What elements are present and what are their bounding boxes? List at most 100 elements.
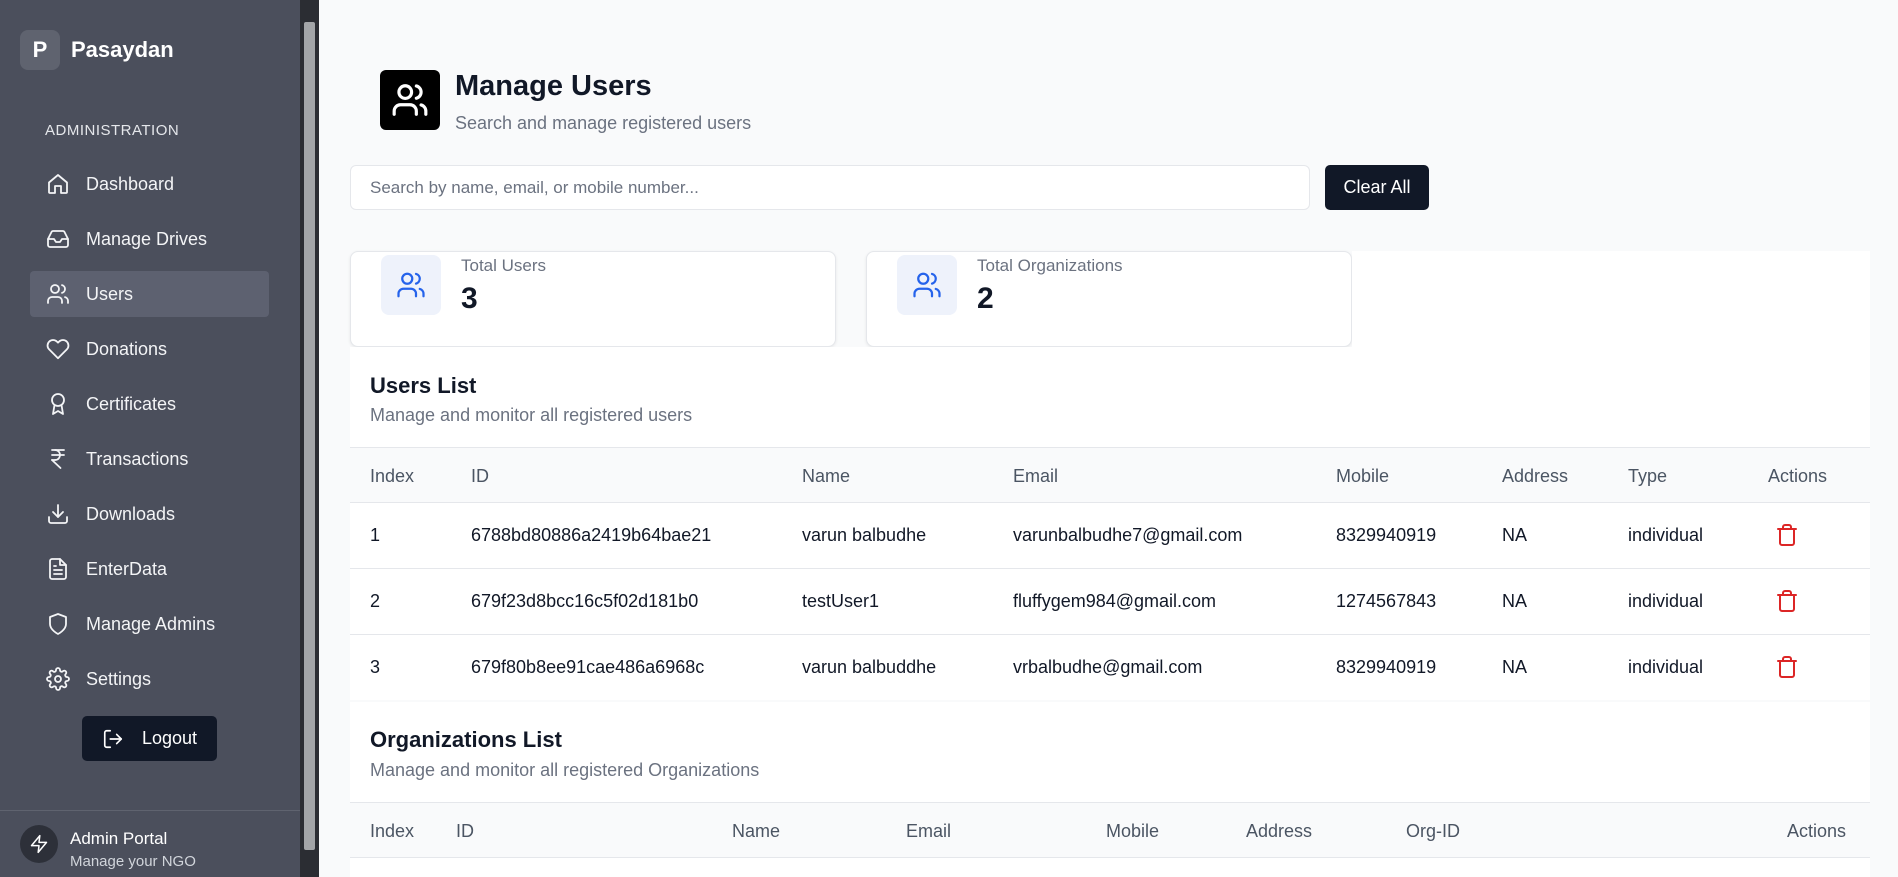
stat-card-total-organizations: Total Organizations 2 [866, 251, 1352, 347]
column-header[interactable]: Name [732, 821, 780, 842]
sidebar: P Pasaydan ADMINISTRATION Dashboard Mana… [0, 0, 300, 877]
column-header[interactable]: Email [906, 821, 951, 842]
sidebar-item-users[interactable]: Users [30, 271, 269, 317]
sidebar-item-label: Certificates [86, 393, 177, 414]
cell-name: varun balbudhe [802, 525, 927, 545]
organizations-list-panel: Organizations List Manage and monitor al… [350, 702, 1870, 877]
stat-card-total-users: Total Users 3 [350, 251, 836, 347]
column-header[interactable]: ID [471, 466, 489, 487]
stat-label: Total Organizations [977, 256, 1123, 275]
sidebar-nav: Dashboard Manage Drives Users Donations … [30, 161, 269, 711]
users-list-title: Users List [370, 373, 477, 398]
logout-button[interactable]: Logout [82, 716, 217, 761]
stat-value: 2 [977, 282, 994, 315]
column-header[interactable]: Index [370, 821, 414, 842]
cell-id: 679f80b8ee91cae486a6968c [471, 657, 705, 677]
sidebar-item-label: Transactions [86, 448, 189, 469]
column-header[interactable]: Org-ID [1406, 821, 1460, 842]
sidebar-item-settings[interactable]: Settings [30, 656, 269, 702]
column-header[interactable]: Mobile [1106, 821, 1159, 842]
organizations-list-title: Organizations List [370, 727, 562, 752]
heart-icon [46, 339, 70, 360]
cell-mobile: 1274567843 [1336, 591, 1437, 611]
trash-icon[interactable] [1775, 655, 1799, 679]
column-header: Actions [1787, 821, 1847, 841]
sidebar-item-label: Users [86, 283, 134, 304]
column-header[interactable]: Type [1628, 466, 1667, 487]
cell-email: varunbalbudhe7@gmail.com [1013, 525, 1243, 545]
users-icon [47, 284, 69, 304]
table-row[interactable]: 3 679f80b8ee91cae486a6968c varun balbudd… [350, 635, 1870, 701]
column-header[interactable]: Address [1502, 466, 1568, 487]
sidebar-item-manage-drives[interactable]: Manage Drives [30, 216, 269, 262]
page-title: Manage Users [455, 70, 652, 102]
rupee-icon [51, 449, 65, 469]
gear-icon [46, 667, 70, 691]
cell-index: 1 [370, 525, 381, 545]
users-icon [381, 255, 441, 315]
table-row[interactable]: 1 6788bd80886a2419b64bae21 varun balbudh… [350, 503, 1870, 569]
cell-address: NA [1502, 591, 1528, 611]
sidebar-item-transactions[interactable]: Transactions [30, 436, 269, 482]
sidebar-item-downloads[interactable]: Downloads [30, 491, 269, 537]
inbox-icon [47, 230, 69, 248]
clear-all-button[interactable]: Clear All [1325, 165, 1429, 210]
sidebar-item-certificates[interactable]: Certificates [30, 381, 269, 427]
home-icon [48, 174, 68, 194]
file-text-icon [49, 558, 67, 580]
brand-name: Pasaydan [71, 37, 174, 62]
search-input[interactable] [350, 165, 1310, 210]
column-header[interactable]: Mobile [1336, 466, 1389, 487]
brand[interactable]: P Pasaydan [20, 30, 174, 70]
sidebar-item-manage-admins[interactable]: Manage Admins [30, 601, 269, 647]
cell-index: 3 [370, 657, 381, 677]
bolt-icon [20, 825, 58, 863]
logout-icon [103, 729, 123, 748]
footer-subtitle: Manage your NGO [70, 853, 196, 870]
page-subtitle: Search and manage registered users [455, 113, 752, 133]
sidebar-item-label: EnterData [86, 558, 168, 579]
sidebar-scrollbar-thumb[interactable] [304, 22, 315, 850]
sidebar-item-dashboard[interactable]: Dashboard [30, 161, 269, 207]
cell-email: vrbalbudhe@gmail.com [1013, 657, 1203, 677]
cell-address: NA [1502, 657, 1528, 677]
sidebar-item-label: Dashboard [86, 173, 175, 194]
column-header[interactable]: Index [370, 466, 414, 487]
cell-email: fluffygem984@gmail.com [1013, 591, 1217, 611]
column-header[interactable]: Name [802, 466, 850, 487]
cell-index: 2 [370, 591, 381, 611]
users-icon [380, 70, 440, 130]
sidebar-item-enterdata[interactable]: EnterData [30, 546, 269, 592]
cell-id: 6788bd80886a2419b64bae21 [471, 525, 712, 545]
cell-name: varun balbuddhe [802, 657, 937, 677]
trash-icon[interactable] [1775, 589, 1799, 613]
section-label: ADMINISTRATION [45, 122, 180, 139]
cell-address: NA [1502, 525, 1528, 545]
column-header: Actions [1768, 466, 1828, 486]
stat-label: Total Users [461, 256, 547, 275]
trash-icon[interactable] [1775, 523, 1799, 547]
cell-mobile: 8329940919 [1336, 525, 1437, 545]
users-list-panel: Users List Manage and monitor all regist… [350, 347, 1870, 700]
award-icon [51, 393, 65, 415]
sidebar-item-label: Settings [86, 668, 152, 689]
sidebar-item-donations[interactable]: Donations [30, 326, 269, 372]
sidebar-item-label: Manage Drives [86, 228, 208, 249]
table-row[interactable]: 2 679f23d8bcc16c5f02d181b0 testUser1 flu… [350, 569, 1870, 635]
sidebar-item-label: Donations [86, 338, 168, 359]
logout-label: Logout [141, 728, 198, 748]
shield-icon [49, 613, 67, 635]
cell-name: testUser1 [802, 591, 880, 611]
column-header[interactable]: Email [1013, 466, 1058, 487]
cell-id: 679f23d8bcc16c5f02d181b0 [471, 591, 699, 611]
organizations-table-header: Index ID Name Email Mobile Address Org-I… [350, 802, 1870, 858]
stats-filler [1352, 251, 1870, 347]
download-icon [48, 504, 68, 524]
sidebar-item-label: Manage Admins [86, 613, 216, 634]
organizations-list-subtitle: Manage and monitor all registered Organi… [370, 760, 760, 780]
sidebar-item-label: Downloads [86, 503, 176, 524]
cell-type: individual [1628, 657, 1704, 677]
column-header[interactable]: Address [1246, 821, 1312, 842]
column-header[interactable]: ID [456, 821, 474, 842]
stat-value: 3 [461, 282, 478, 315]
